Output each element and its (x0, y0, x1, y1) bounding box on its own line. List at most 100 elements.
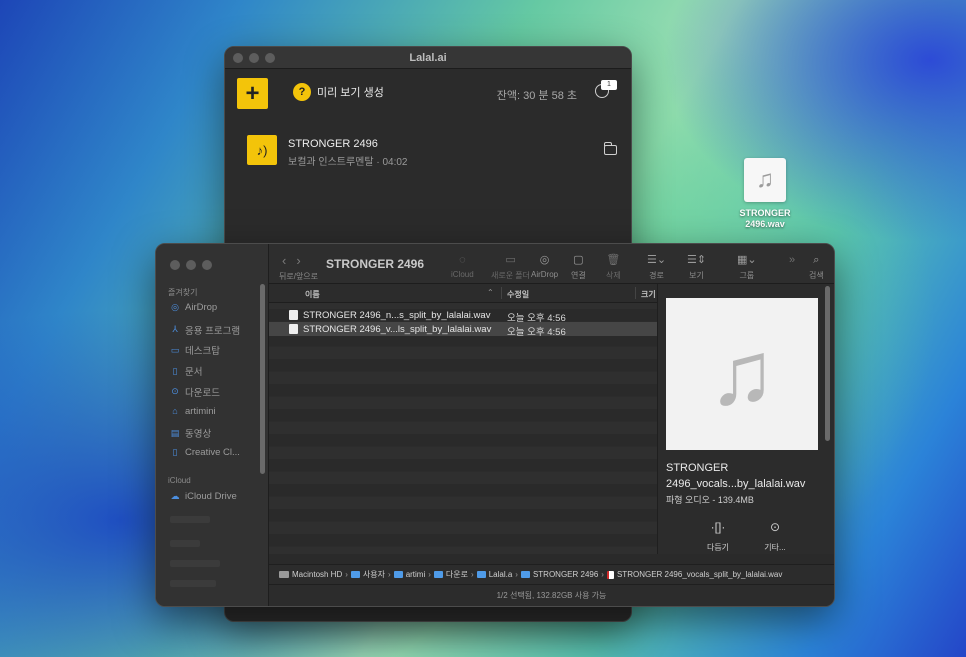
path-crumb-label: Macintosh HD (292, 570, 343, 579)
sidebar-item-label: AirDrop (185, 302, 218, 313)
view-button[interactable]: ☰⇕ 보기 (687, 252, 706, 281)
path-crumb-label: STRONGER 2496 (532, 570, 599, 579)
airdrop-button[interactable]: ◎ AirDrop (531, 252, 558, 279)
path-crumb[interactable]: artimi (393, 570, 425, 579)
lalal-toolbar: + ? 미리 보기 생성 잔액: 30 분 58 초 1 (225, 69, 631, 119)
sidebar-icon: ▯ (172, 365, 178, 376)
sidebar-item[interactable]: ⅄ 응용 프로그램 (170, 323, 240, 337)
notification-badge: 1 (601, 80, 617, 90)
path-crumb[interactable]: Macintosh HD (279, 570, 342, 579)
audio-file-icon (606, 570, 614, 579)
path-button[interactable]: ☰⌄ 경로 (647, 252, 666, 281)
trim-button[interactable]: ·[]· 다듬기 (693, 520, 743, 553)
sidebar-item[interactable]: ⊙ 다운로드 (170, 385, 220, 399)
path-crumb[interactable]: STRONGER 2496 (520, 570, 599, 579)
group-button[interactable]: ▦⌄ 그룹 (737, 252, 757, 281)
toolbar-label: 삭제 (606, 271, 621, 280)
sidebar-item[interactable]: ▭ 데스크탑 (170, 343, 220, 358)
toolbar-label: 연결 (571, 271, 586, 280)
preview-pane: ♫ STRONGER 2496_vocals...by_lalalai.wav … (657, 284, 834, 554)
sidebar-icon: ⌂ (172, 406, 178, 416)
connect-button[interactable]: ▢ 연결 (571, 252, 586, 281)
toolbar-label: 그룹 (739, 271, 755, 280)
search-icon: ⌕ (813, 254, 820, 266)
file-icon (289, 324, 298, 334)
sidebar-item-label: 데스크탑 (185, 346, 220, 358)
music-file-icon: ♫ (744, 158, 786, 202)
column-date[interactable]: 수정일 (507, 289, 529, 300)
folder-icon (476, 571, 486, 578)
sidebar-icon: ▭ (170, 344, 180, 355)
column-divider[interactable] (501, 287, 502, 299)
sidebar-item-icloud-drive[interactable]: ☁ iCloud Drive (170, 491, 237, 502)
delete-button[interactable]: 🗑 삭제 (606, 252, 621, 281)
preview-file-name: STRONGER 2496_vocals...by_lalalai.wav (666, 462, 806, 490)
back-forward-buttons[interactable]: ‹› (282, 253, 311, 268)
sidebar-item-label: 문서 (185, 367, 203, 379)
close-window-button[interactable] (170, 260, 180, 270)
zoom-window-button[interactable] (202, 260, 212, 270)
sidebar-item[interactable]: ▯ 문서 (170, 364, 203, 379)
path-icon: ☰⌄ (647, 254, 667, 266)
sidebar-item-label: artimini (185, 405, 216, 417)
column-divider[interactable] (635, 287, 636, 299)
path-crumb-label: Lalal.a (488, 570, 513, 579)
chevron-right-icon: › (515, 570, 518, 579)
file-row[interactable]: STRONGER 2496_v...ls_split_by_lalalai.wa… (269, 322, 657, 338)
airdrop-icon: ◎ (539, 254, 550, 266)
sidebar-item[interactable]: ▤ 동영상 (170, 426, 212, 441)
group-icon: ▦⌄ (737, 254, 757, 266)
icloud-header: iCloud (168, 476, 191, 485)
window-controls (170, 260, 212, 270)
preview-actions: ·[]· 다듬기 ⊙ 기타... (658, 520, 834, 560)
chevron-right-icon: › (388, 570, 391, 579)
sidebar-icon: ▤ (170, 427, 180, 438)
sidebar-scrollbar[interactable] (260, 284, 265, 474)
sidebar-placeholder (170, 580, 216, 587)
path-crumb[interactable]: 다운로 (433, 569, 468, 580)
track-item[interactable]: ♪) STRONGER 2496 보컬과 인스트루멘탈 · 04:02 (247, 135, 617, 168)
finder-title: STRONGER 2496 (326, 257, 425, 271)
path-crumb[interactable]: Lalal.a (476, 570, 513, 579)
sidebar-item-label: 다운로드 (185, 387, 220, 399)
finder-sidebar: 즐겨찾기 ◎ AirDrop ⅄ 응용 프로그램 ▭ 데스크탑 ▯ 문서 ⊙ 다운로드 ⌂ artim… (156, 244, 269, 606)
path-bar: Macintosh HD › 사용자 › artimi › 다운로 › Lalal.a › STRO… (269, 564, 834, 584)
remaining-time: 잔액: 30 분 58 초 (496, 90, 577, 102)
preview-scrollbar[interactable] (825, 286, 830, 441)
new-folder-icon: ▭ (505, 254, 516, 266)
sidebar-item[interactable]: ▯ Creative Cl... (170, 447, 240, 458)
icloud-button[interactable]: ◌ iCloud (451, 252, 474, 279)
sidebar-placeholder (170, 560, 220, 567)
toolbar-label: AirDrop (531, 270, 559, 279)
more-toolbar-button[interactable]: » (789, 252, 795, 268)
sidebar-icon: ⅄ (172, 324, 178, 335)
delete-icon: 🗑 (606, 254, 621, 266)
new-folder-button[interactable]: ▭ 새로운 폴더 (491, 252, 530, 281)
lalal-titlebar[interactable]: Lalal.ai (225, 47, 631, 69)
more-actions-button[interactable]: ⊙ 기타... (750, 520, 800, 553)
column-name[interactable]: 이름 (305, 289, 320, 300)
path-crumb[interactable]: 사용자 (350, 569, 385, 580)
toolbar-label: 경로 (649, 271, 664, 280)
file-row[interactable]: STRONGER 2496_n...s_split_by_lalalai.wav… (269, 308, 657, 324)
path-crumb[interactable]: STRONGER 2496_vocals_split_by_lalalai.wa… (606, 570, 782, 579)
trim-icon: ·[]· (710, 520, 726, 534)
sidebar-item-label: 응용 프로그램 (185, 325, 241, 337)
file-date: 오늘 오후 4:56 (507, 327, 566, 338)
desktop-file[interactable]: ♫ STRONGER 2496.wav (736, 158, 794, 230)
column-size[interactable]: 크기 (641, 289, 656, 300)
search-button[interactable]: ⌕ 검색 (809, 252, 824, 281)
folder-icon[interactable] (604, 142, 617, 155)
back-forward-label: 뒤로/앞으로 (279, 272, 319, 281)
sidebar-item[interactable]: ⌂ artimini (170, 405, 216, 417)
sidebar-icon: ◎ (171, 302, 179, 312)
generate-preview-label: 미리 보기 생성 (317, 87, 384, 99)
folder-icon (350, 571, 360, 578)
generate-preview-button[interactable]: ? 미리 보기 생성 (293, 83, 384, 101)
favorites-header: 즐겨찾기 (168, 288, 198, 297)
sidebar-item[interactable]: ◎ AirDrop (170, 302, 217, 313)
add-file-button[interactable]: + (237, 78, 268, 109)
sidebar-item-label: Creative Cl... (185, 446, 240, 458)
minimize-window-button[interactable] (186, 260, 196, 270)
toolbar-label: iCloud (451, 270, 474, 279)
